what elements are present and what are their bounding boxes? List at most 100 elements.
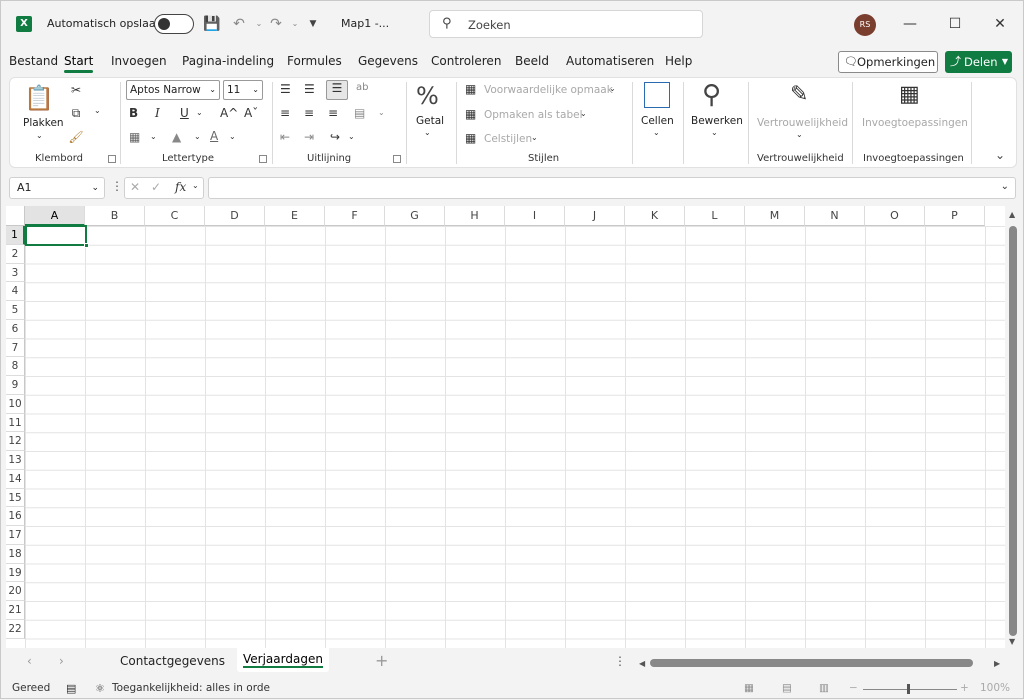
row-header[interactable]: 17 [6, 526, 25, 545]
addins-label[interactable]: Invoegtoepassingen [862, 117, 968, 129]
column-header[interactable]: H [445, 206, 505, 226]
cancel-icon[interactable]: ✕ [130, 180, 140, 194]
tab-pagina-indeling[interactable]: Pagina-indeling [182, 54, 274, 68]
worksheet-grid[interactable]: ABCDEFGHIJKLMNOP 1 2 3 4 5 6 7 8 9 10 11 12 13 14 15 16… [6, 206, 1005, 648]
wrap-text-icon[interactable]: ↪ [330, 130, 340, 144]
row-header[interactable]: 16 [6, 507, 25, 526]
add-sheet-button[interactable]: + [375, 651, 388, 670]
borders-icon[interactable]: ▦ [129, 130, 140, 144]
column-header[interactable]: E [265, 206, 325, 226]
select-all-corner[interactable] [6, 206, 25, 226]
align-middle-icon[interactable]: ☰ [304, 82, 315, 96]
underline-button[interactable]: U [180, 106, 189, 120]
cut-icon[interactable]: ✂ [68, 83, 84, 97]
row-header[interactable]: 11 [6, 413, 25, 433]
row-header[interactable]: 10 [6, 394, 25, 414]
cell-area[interactable] [25, 226, 1005, 648]
copy-dropdown-icon[interactable]: ⌄ [94, 106, 101, 115]
row-header[interactable]: 4 [6, 282, 25, 301]
sheet-tab-verjaardagen[interactable]: Verjaardagen [237, 648, 329, 672]
close-icon[interactable]: ✕ [987, 12, 1013, 36]
tab-bestand[interactable]: Bestand [9, 54, 58, 68]
next-sheet-icon[interactable]: › [59, 654, 64, 668]
number-label[interactable]: Getal [416, 115, 444, 127]
decrease-indent-icon[interactable]: ⇤ [280, 130, 290, 144]
grow-font-button[interactable]: A^ [220, 106, 238, 120]
vertical-scrollbar[interactable]: ▲ ▼ [1006, 206, 1020, 648]
align-bottom-icon[interactable]: ☰ [326, 80, 348, 100]
scroll-left-icon[interactable]: ◀ [639, 659, 645, 668]
scroll-right-icon[interactable]: ▶ [994, 659, 1000, 668]
undo-icon[interactable]: ↶ [230, 15, 248, 33]
row-header[interactable]: 3 [6, 263, 25, 283]
insert-function-button[interactable]: fx [175, 180, 186, 194]
column-header[interactable]: C [145, 206, 205, 226]
merge-dropdown-icon[interactable]: ⌄ [378, 108, 385, 117]
column-header[interactable]: O [865, 206, 925, 226]
align-center-icon[interactable]: ≡ [304, 106, 314, 120]
row-header[interactable]: 6 [6, 319, 25, 339]
row-header[interactable]: 12 [6, 432, 25, 451]
sensitivity-icon[interactable]: ✎ [790, 82, 808, 107]
document-title[interactable]: Map1 -... [341, 17, 389, 30]
paste-dropdown-icon[interactable]: ⌄ [36, 131, 43, 140]
row-header[interactable]: 9 [6, 376, 25, 395]
tab-help[interactable]: Help [665, 54, 692, 68]
format-table-label[interactable]: Opmaken als tabel [484, 109, 583, 121]
tab-invoegen[interactable]: Invoegen [111, 54, 167, 68]
search-icon[interactable]: ⚲ [702, 80, 721, 110]
cells-dropdown-icon[interactable]: ⌄ [653, 128, 660, 137]
active-cell[interactable] [25, 225, 89, 248]
zoom-level[interactable]: 100% [980, 682, 1010, 694]
fill-color-icon[interactable]: ▲ [172, 130, 181, 144]
scroll-down-icon[interactable]: ▼ [1009, 637, 1015, 646]
row-header[interactable]: 13 [6, 451, 25, 470]
font-name-combo[interactable]: Aptos Narrow ⌄ [126, 80, 220, 100]
zoom-slider-knob[interactable] [907, 684, 910, 694]
column-header[interactable]: N [805, 206, 865, 226]
orientation-icon[interactable]: ab [356, 82, 368, 93]
bold-button[interactable]: B [129, 106, 138, 120]
tab-start[interactable]: Start [64, 54, 94, 73]
row-header[interactable]: 22 [6, 619, 25, 639]
column-header[interactable]: G [385, 206, 445, 226]
tab-formules[interactable]: Formules [287, 54, 342, 68]
accessibility-status[interactable]: Toegankelijkheid: alles in orde [112, 682, 270, 694]
row-header[interactable]: 19 [6, 563, 25, 583]
format-painter-icon[interactable]: 🖌 [68, 130, 84, 144]
row-header[interactable]: 1 [6, 226, 25, 245]
editing-dropdown-icon[interactable]: ⌄ [711, 128, 718, 137]
column-header[interactable]: F [325, 206, 385, 226]
column-header[interactable]: J [565, 206, 625, 226]
tab-automatiseren[interactable]: Automatiseren [566, 54, 654, 68]
increase-indent-icon[interactable]: ⇥ [304, 130, 314, 144]
redo-icon[interactable]: ↷ [267, 15, 285, 33]
undo-dropdown-icon[interactable]: ⌄ [250, 15, 268, 33]
number-dropdown-icon[interactable]: ⌄ [424, 128, 431, 137]
save-icon[interactable]: 💾 [203, 15, 221, 33]
row-header[interactable]: 8 [6, 357, 25, 376]
tab-beeld[interactable]: Beeld [515, 54, 549, 68]
share-button[interactable]: ⤴ Delen ▼ [945, 51, 1012, 73]
wrap-dropdown-icon[interactable]: ⌄ [348, 132, 355, 141]
comments-button[interactable]: 🗨 Opmerkingen [838, 51, 938, 73]
accessibility-icon[interactable]: ⚛ [95, 682, 105, 695]
column-header[interactable]: A [25, 206, 85, 226]
format-table-icon[interactable]: ▦ [465, 107, 476, 121]
underline-dropdown-icon[interactable]: ⌄ [196, 108, 203, 117]
redo-dropdown-icon[interactable]: ⌄ [286, 15, 304, 33]
percent-icon[interactable]: % [416, 82, 439, 110]
more-options-icon[interactable]: ⋮ [111, 179, 123, 193]
cell-mode-icon[interactable]: ▤ [66, 682, 76, 695]
cell-styles-label[interactable]: Celstijlen [484, 133, 532, 145]
font-color-button[interactable]: A [210, 129, 218, 143]
row-header[interactable]: 15 [6, 488, 25, 508]
sheet-options-icon[interactable]: ⋮ [614, 654, 626, 668]
fill-handle[interactable] [84, 243, 89, 248]
expand-formula-icon[interactable]: ⌄ [1001, 181, 1009, 192]
row-header[interactable]: 2 [6, 244, 25, 264]
borders-dropdown-icon[interactable]: ⌄ [150, 132, 157, 141]
conditional-dropdown-icon[interactable]: ⌄ [609, 84, 616, 93]
zoom-in-icon[interactable]: + [960, 682, 969, 694]
row-header[interactable]: 7 [6, 338, 25, 358]
